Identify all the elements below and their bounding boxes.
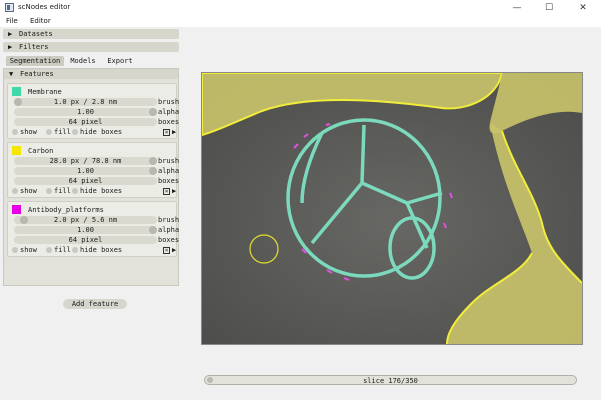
- hide-boxes-radio[interactable]: [72, 129, 78, 135]
- slider-value: 28.0 px / 78.8 nm: [49, 157, 122, 165]
- hide-boxes-radio[interactable]: [72, 247, 78, 253]
- tab-segmentation[interactable]: Segmentation: [6, 56, 64, 66]
- tab-models[interactable]: Models: [66, 56, 100, 66]
- maximize-button[interactable]: ☐: [534, 0, 564, 16]
- boxes-label: boxes: [158, 118, 180, 126]
- show-label: show: [20, 246, 37, 254]
- alpha-label: alpha: [158, 226, 180, 234]
- slider-value: 1.00: [77, 167, 94, 175]
- section-datasets[interactable]: ▶ Datasets: [3, 29, 179, 39]
- menu-file[interactable]: File: [6, 17, 18, 25]
- feature-name[interactable]: Antibody_platforms: [28, 206, 104, 214]
- slider-value: 1.00: [77, 108, 94, 116]
- tomogram-viewer[interactable]: [201, 72, 583, 345]
- menu-editor[interactable]: Editor: [30, 17, 51, 25]
- boxes-slider[interactable]: 64 pixel: [14, 177, 157, 185]
- feature-name[interactable]: Carbon: [28, 147, 53, 155]
- color-swatch[interactable]: [12, 87, 21, 96]
- boxes-label: boxes: [158, 236, 180, 244]
- show-radio[interactable]: [12, 247, 18, 253]
- minimize-button[interactable]: —: [502, 0, 532, 16]
- fill-radio[interactable]: [46, 129, 52, 135]
- alpha-slider[interactable]: 1.00: [14, 108, 157, 116]
- show-label: show: [20, 187, 37, 195]
- left-panel: ▶ Datasets ▶ Filters Segmentation Models…: [3, 29, 179, 399]
- section-label: Features: [20, 70, 54, 78]
- window-title: scNodes editor: [18, 3, 71, 11]
- delete-feature-icon[interactable]: ×: [163, 129, 170, 136]
- slider-value: 64 pixel: [68, 236, 103, 244]
- color-swatch[interactable]: [12, 205, 21, 214]
- add-feature-button[interactable]: Add feature: [63, 299, 127, 309]
- play-icon[interactable]: ▶: [172, 128, 176, 136]
- play-icon[interactable]: ▶: [172, 187, 176, 195]
- brush-slider[interactable]: 1.0 px / 2.8 nm: [14, 98, 157, 106]
- brush-slider[interactable]: 28.0 px / 78.8 nm: [14, 157, 157, 165]
- slider-value: 64 pixel: [68, 118, 103, 126]
- expand-arrow-icon: ▶: [8, 43, 13, 51]
- boxes-label: boxes: [158, 177, 180, 185]
- slider-value: 1.00: [77, 226, 94, 234]
- show-radio[interactable]: [12, 129, 18, 135]
- boxes-slider[interactable]: 64 pixel: [14, 118, 157, 126]
- fill-label: fill: [54, 246, 71, 254]
- hide-boxes-radio[interactable]: [72, 188, 78, 194]
- delete-feature-icon[interactable]: ×: [163, 188, 170, 195]
- collapse-arrow-icon: ▼: [9, 70, 14, 78]
- alpha-label: alpha: [158, 167, 180, 175]
- brush-slider[interactable]: 2.0 px / 5.6 nm: [14, 216, 157, 224]
- feature-card-membrane: Membrane 1.0 px / 2.8 nm brush 1.00 alph…: [7, 83, 180, 139]
- show-label: show: [20, 128, 37, 136]
- fill-label: fill: [54, 128, 71, 136]
- slice-slider-knob[interactable]: [207, 377, 213, 383]
- title-bar: scNodes editor — ☐ ✕: [0, 0, 601, 17]
- features-panel: ▼ Features Membrane 1.0 px / 2.8 nm brus…: [3, 68, 180, 309]
- tab-bar: Segmentation Models Export: [3, 56, 179, 67]
- slice-label: slice 176/350: [363, 377, 418, 385]
- slider-value: 64 pixel: [68, 177, 103, 185]
- app-icon: [5, 3, 14, 12]
- feature-card-carbon: Carbon 28.0 px / 78.8 nm brush 1.00 alph…: [7, 142, 180, 198]
- boxes-slider[interactable]: 64 pixel: [14, 236, 157, 244]
- alpha-label: alpha: [158, 108, 180, 116]
- menu-bar: File Editor: [0, 16, 601, 27]
- slider-value: 1.0 px / 2.8 nm: [53, 98, 118, 106]
- feature-card-antibody-platforms: Antibody_platforms 2.0 px / 5.6 nm brush…: [7, 201, 180, 257]
- section-features[interactable]: ▼ Features: [4, 69, 178, 79]
- hide-boxes-label: hide boxes: [80, 187, 123, 195]
- fill-radio[interactable]: [46, 188, 52, 194]
- brush-label: brush: [158, 157, 180, 165]
- show-radio[interactable]: [12, 188, 18, 194]
- alpha-slider[interactable]: 1.00: [14, 226, 157, 234]
- fill-radio[interactable]: [46, 247, 52, 253]
- alpha-slider[interactable]: 1.00: [14, 167, 157, 175]
- hide-boxes-label: hide boxes: [80, 246, 123, 254]
- slice-slider[interactable]: slice 176/350: [204, 375, 577, 385]
- brush-label: brush: [158, 98, 180, 106]
- fill-label: fill: [54, 187, 71, 195]
- slider-value: 2.0 px / 5.6 nm: [53, 216, 118, 224]
- section-label: Filters: [19, 43, 49, 51]
- color-swatch[interactable]: [12, 146, 21, 155]
- delete-feature-icon[interactable]: ×: [163, 247, 170, 254]
- close-button[interactable]: ✕: [568, 0, 598, 16]
- tomogram-image[interactable]: [202, 73, 582, 344]
- section-filters[interactable]: ▶ Filters: [3, 42, 179, 52]
- feature-name[interactable]: Membrane: [28, 88, 62, 96]
- tab-export[interactable]: Export: [102, 56, 138, 66]
- hide-boxes-label: hide boxes: [80, 128, 123, 136]
- section-label: Datasets: [19, 30, 53, 38]
- expand-arrow-icon: ▶: [8, 30, 13, 38]
- brush-label: brush: [158, 216, 180, 224]
- play-icon[interactable]: ▶: [172, 246, 176, 254]
